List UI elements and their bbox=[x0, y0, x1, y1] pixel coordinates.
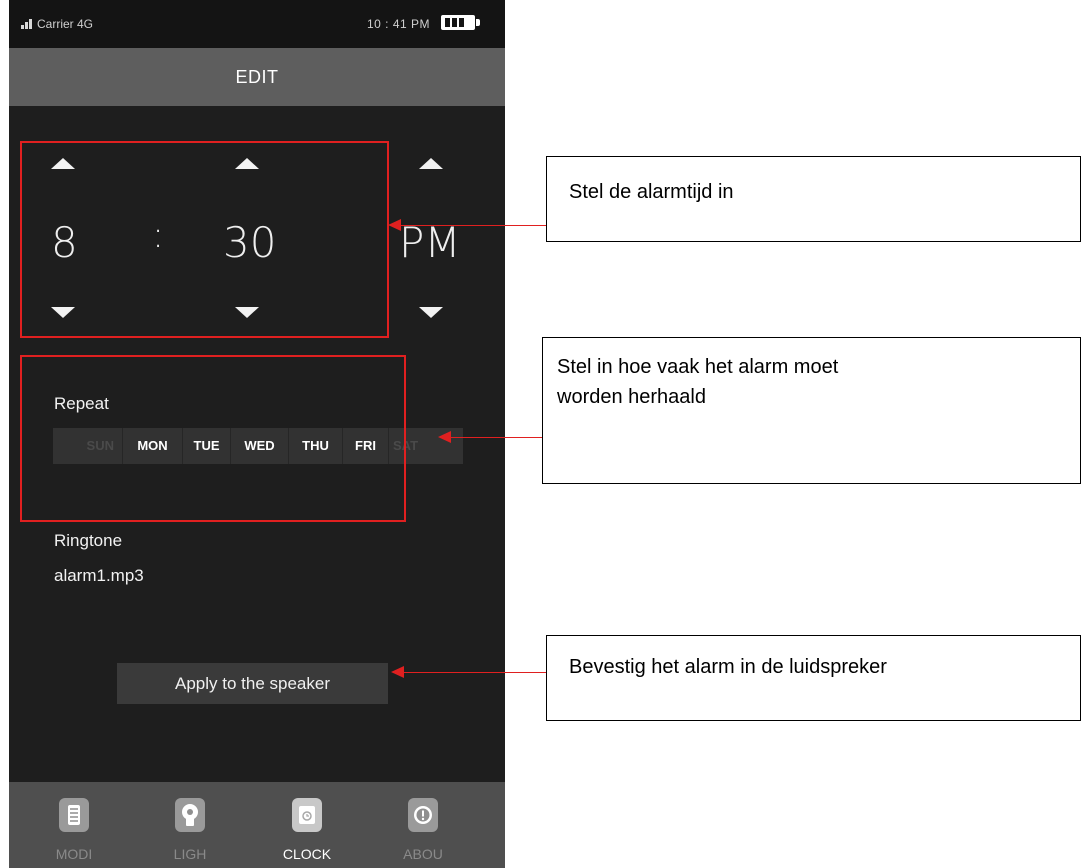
tab-label: CLOCK bbox=[282, 846, 332, 862]
status-bar: Carrier 4G 10 : 41 PM bbox=[9, 0, 505, 48]
status-time: 10 : 41 PM bbox=[367, 17, 431, 31]
period-down-arrow-icon[interactable] bbox=[419, 307, 443, 318]
alarm-clock-icon bbox=[292, 798, 322, 832]
time-callout-arrow bbox=[400, 225, 546, 226]
tab-about[interactable]: ABOU bbox=[378, 782, 468, 868]
time-highlight-box bbox=[20, 141, 389, 338]
tab-bar: MODI LIGH CLOCK ABOU bbox=[9, 782, 505, 868]
ringtone-value[interactable]: alarm1.mp3 bbox=[54, 566, 144, 586]
repeat-callout-arrow bbox=[450, 437, 542, 438]
signal-icon bbox=[21, 19, 33, 29]
apply-to-speaker-button[interactable]: Apply to the speaker bbox=[117, 663, 388, 704]
battery-icon bbox=[441, 15, 480, 30]
period-up-arrow-icon[interactable] bbox=[419, 158, 443, 169]
mode-icon bbox=[59, 798, 89, 832]
tab-light[interactable]: LIGH bbox=[145, 782, 235, 868]
callout-apply: Bevestig het alarm in de luidspreker bbox=[546, 635, 1081, 721]
bulb-icon bbox=[175, 798, 205, 832]
page-title: EDIT bbox=[9, 48, 505, 106]
arrow-head-icon bbox=[391, 666, 404, 678]
apply-callout-arrow bbox=[403, 672, 547, 673]
arrow-head-icon bbox=[388, 219, 401, 231]
callout-time: Stel de alarmtijd in bbox=[546, 156, 1081, 242]
tab-label: LIGH bbox=[173, 846, 207, 862]
period-value: PM bbox=[399, 218, 461, 267]
repeat-highlight-box bbox=[20, 355, 406, 522]
phone-screen: Carrier 4G 10 : 41 PM EDIT 8 : 30 PM Rep… bbox=[9, 0, 505, 868]
tab-clock[interactable]: CLOCK bbox=[262, 782, 352, 868]
tab-label: ABOU bbox=[403, 846, 443, 862]
ringtone-label: Ringtone bbox=[54, 531, 123, 550]
tab-label: MODI bbox=[55, 846, 93, 862]
info-icon bbox=[408, 798, 438, 832]
callout-repeat: Stel in hoe vaak het alarm moet worden h… bbox=[542, 337, 1081, 484]
carrier-label: Carrier 4G bbox=[37, 17, 94, 31]
arrow-head-icon bbox=[438, 431, 451, 443]
tab-mode[interactable]: MODI bbox=[29, 782, 119, 868]
